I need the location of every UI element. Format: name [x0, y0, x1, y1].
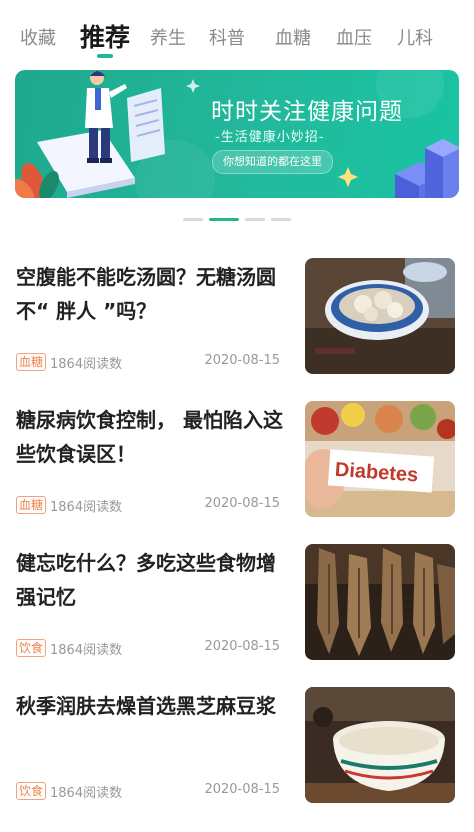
- article-date: 2020-08-15: [204, 639, 280, 654]
- banner-subtitle: -生活健康小妙招-: [215, 130, 325, 145]
- carousel-dot[interactable]: [183, 218, 203, 221]
- carousel-dot-active[interactable]: [209, 218, 239, 221]
- article-read-count: 1864阅读数: [50, 500, 123, 515]
- article-tag: 血糖: [16, 496, 47, 514]
- tab-wellness[interactable]: 养生: [150, 24, 186, 50]
- article-thumbnail: [305, 258, 455, 374]
- article-thumbnail: [305, 544, 455, 660]
- carousel-dot[interactable]: [245, 218, 265, 221]
- carousel-indicator: [0, 217, 474, 223]
- article-item[interactable]: 空腹能不能吃汤圆？无糖汤圆不“ 胖人 ”吗？ 血糖 1864阅读数 2020-0…: [0, 258, 474, 386]
- article-tag: 饮食: [16, 782, 47, 800]
- banner-title: 时时关注健康问题: [211, 99, 403, 125]
- article-date: 2020-08-15: [204, 353, 280, 368]
- promo-banner[interactable]: 时时关注健康问题 -生活健康小妙招- 你想知道的都在这里: [15, 70, 459, 198]
- banner-cta-button[interactable]: 你想知道的都在这里: [212, 150, 333, 174]
- tab-science[interactable]: 科普: [209, 24, 245, 50]
- active-tab-indicator: [97, 54, 113, 58]
- article-item[interactable]: 秋季润肤去燥首选黑芝麻豆浆 饮食 1864阅读数 2020-08-15: [0, 687, 474, 815]
- article-date: 2020-08-15: [204, 782, 280, 797]
- tab-blood-sugar[interactable]: 血糖: [275, 24, 311, 50]
- article-read-count: 1864阅读数: [50, 786, 123, 801]
- article-tag: 饮食: [16, 639, 47, 657]
- tab-blood-pressure[interactable]: 血压: [336, 24, 372, 50]
- article-meta: 血糖 1864阅读数 2020-08-15: [16, 495, 286, 515]
- category-tabs: 收藏 推荐 养生 科普 血糖 血压 儿科: [0, 0, 474, 64]
- article-meta: 血糖 1864阅读数 2020-08-15: [16, 352, 286, 372]
- article-title: 空腹能不能吃汤圆？无糖汤圆不“ 胖人 ”吗？: [16, 265, 276, 323]
- article-date: 2020-08-15: [204, 496, 280, 511]
- article-read-count: 1864阅读数: [50, 643, 123, 658]
- article-title: 秋季润肤去燥首选黑芝麻豆浆: [16, 694, 276, 718]
- article-item[interactable]: 健忘吃什么？多吃这些食物增强记忆 饮食 1864阅读数 2020-08-15: [0, 544, 474, 672]
- article-item[interactable]: 糖尿病饮食控制， 最怕陷入这些饮食误区！ 血糖 1864阅读数 2020-08-…: [0, 401, 474, 529]
- tab-pediatrics[interactable]: 儿科: [397, 24, 433, 50]
- tab-recommended[interactable]: 推荐: [80, 18, 130, 54]
- carousel-dot[interactable]: [271, 218, 291, 221]
- article-read-count: 1864阅读数: [50, 357, 123, 372]
- article-meta: 饮食 1864阅读数 2020-08-15: [16, 638, 286, 658]
- article-thumbnail: [305, 687, 455, 803]
- article-tag: 血糖: [16, 353, 47, 371]
- tab-favorites[interactable]: 收藏: [20, 24, 56, 50]
- article-title: 健忘吃什么？多吃这些食物增强记忆: [16, 551, 276, 609]
- article-meta: 饮食 1864阅读数 2020-08-15: [16, 781, 286, 801]
- article-title: 糖尿病饮食控制， 最怕陷入这些饮食误区！: [16, 408, 283, 466]
- article-thumbnail: Diabetes: [305, 401, 455, 517]
